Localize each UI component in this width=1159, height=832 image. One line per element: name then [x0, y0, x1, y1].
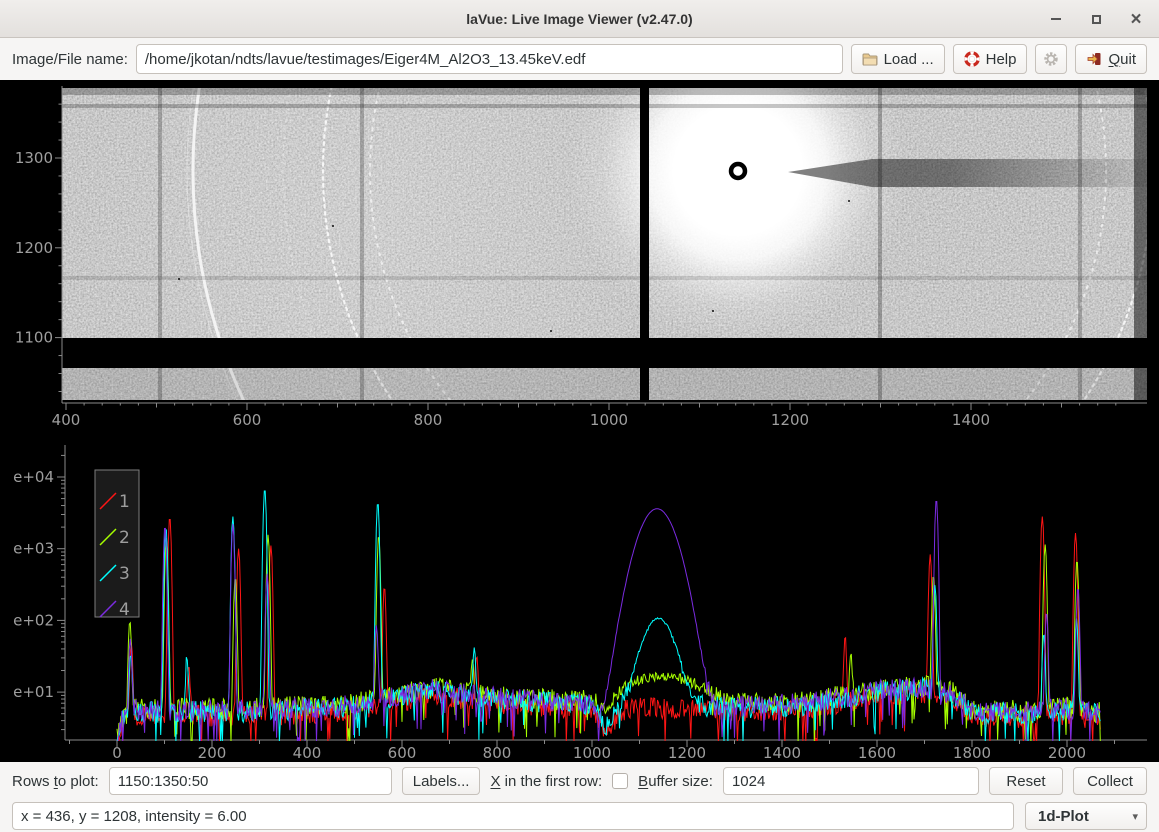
lavue-window: laVue: Live Image Viewer (v2.47.0) × Ima… — [0, 0, 1159, 832]
rows-to-plot-input[interactable] — [109, 767, 392, 795]
buffer-size-input[interactable] — [723, 767, 979, 795]
pixel-status-field — [12, 802, 1014, 830]
svg-text:1e+02: 1e+02 — [12, 611, 54, 629]
plot-mode-value: 1d-Plot — [1038, 808, 1089, 825]
image-y-axis: 1300 1200 1100 — [15, 104, 62, 391]
plot-area: 130012001100 400600800100012001400 1e+04… — [0, 80, 1159, 762]
collect-button[interactable]: Collect — [1073, 767, 1147, 795]
folder-icon — [862, 52, 878, 66]
svg-text:1400: 1400 — [952, 411, 990, 429]
svg-text:1e+04: 1e+04 — [12, 468, 54, 486]
toolbar: Image/File name: Load ... Help — [0, 38, 1159, 80]
titlebar[interactable]: laVue: Live Image Viewer (v2.47.0) × — [0, 0, 1159, 38]
quit-button[interactable]: Quit — [1075, 44, 1147, 74]
oned-plot-panel[interactable]: 1e+041e+031e+021e+01 0200400600800100012… — [12, 440, 1147, 762]
svg-text:1800: 1800 — [953, 744, 991, 762]
svg-text:1200: 1200 — [771, 411, 809, 429]
svg-text:4: 4 — [119, 600, 130, 620]
svg-text:400: 400 — [293, 744, 322, 762]
settings-button[interactable] — [1035, 44, 1067, 74]
svg-text:1200: 1200 — [15, 239, 53, 257]
image-x-axis: 400 600 800 1000 1200 1400 — [52, 403, 1116, 429]
svg-text:1e+01: 1e+01 — [12, 683, 54, 701]
buffer-size-label: Buffer size: — [638, 773, 713, 790]
exit-door-icon — [1086, 51, 1102, 67]
svg-text:1200: 1200 — [668, 744, 706, 762]
minimize-icon[interactable] — [1043, 6, 1069, 32]
svg-text:400: 400 — [52, 411, 81, 429]
svg-text:1: 1 — [119, 492, 130, 512]
plot-legend[interactable]: 1 2 3 4 — [95, 470, 139, 620]
svg-text:0: 0 — [112, 744, 122, 762]
lifebuoy-icon — [964, 51, 980, 67]
status-row: 1d-Plot ▾ — [0, 796, 1159, 832]
trace-3 — [117, 491, 1100, 742]
svg-text:2: 2 — [119, 528, 130, 548]
detector-image[interactable] — [62, 80, 1147, 437]
close-icon[interactable]: × — [1123, 6, 1149, 32]
x-first-row-label: X in the first row: — [490, 773, 602, 790]
plot-controls-row: Rows to plot: Labels... X in the first r… — [0, 762, 1159, 796]
maximize-icon[interactable] — [1083, 6, 1109, 32]
file-name-label: Image/File name: — [12, 51, 128, 68]
svg-text:800: 800 — [483, 744, 512, 762]
svg-text:600: 600 — [388, 744, 417, 762]
svg-text:1300: 1300 — [15, 149, 53, 167]
svg-text:200: 200 — [198, 744, 227, 762]
plot-y-axis: 1e+04 1e+03 1e+02 1e+01 — [12, 455, 65, 729]
load-button-label: Load ... — [884, 51, 934, 68]
svg-text:1400: 1400 — [763, 744, 801, 762]
svg-text:2000: 2000 — [1048, 744, 1086, 762]
help-button[interactable]: Help — [953, 44, 1028, 74]
detector-image-panel[interactable]: 1300 1200 1100 400 600 800 1000 1200 1400 — [12, 80, 1147, 437]
svg-text:600: 600 — [233, 411, 262, 429]
reset-button[interactable]: Reset — [989, 767, 1063, 795]
chevron-down-icon: ▾ — [1132, 810, 1138, 823]
load-button[interactable]: Load ... — [851, 44, 945, 74]
help-button-label: Help — [986, 51, 1017, 68]
plot-traces — [117, 491, 1100, 742]
svg-text:1600: 1600 — [858, 744, 896, 762]
svg-text:3: 3 — [119, 564, 130, 584]
window-controls: × — [1043, 0, 1149, 38]
plot-x-axis: 0 200 400 600 800 1000 1200 1400 1600 1800 2000 — [70, 740, 1115, 762]
file-name-input[interactable] — [136, 44, 843, 74]
rows-to-plot-label: Rows to plot: — [12, 773, 99, 790]
plot-mode-dropdown[interactable]: 1d-Plot ▾ — [1025, 802, 1147, 830]
gear-icon — [1043, 51, 1059, 67]
quit-button-label: Quit — [1108, 51, 1136, 68]
x-first-row-checkbox[interactable] — [612, 773, 628, 789]
svg-text:1000: 1000 — [590, 411, 628, 429]
svg-text:800: 800 — [414, 411, 443, 429]
svg-text:1e+03: 1e+03 — [12, 540, 54, 558]
svg-text:1000: 1000 — [573, 744, 611, 762]
labels-button[interactable]: Labels... — [402, 767, 481, 795]
svg-text:1100: 1100 — [15, 329, 53, 347]
window-title: laVue: Live Image Viewer (v2.47.0) — [466, 11, 692, 27]
